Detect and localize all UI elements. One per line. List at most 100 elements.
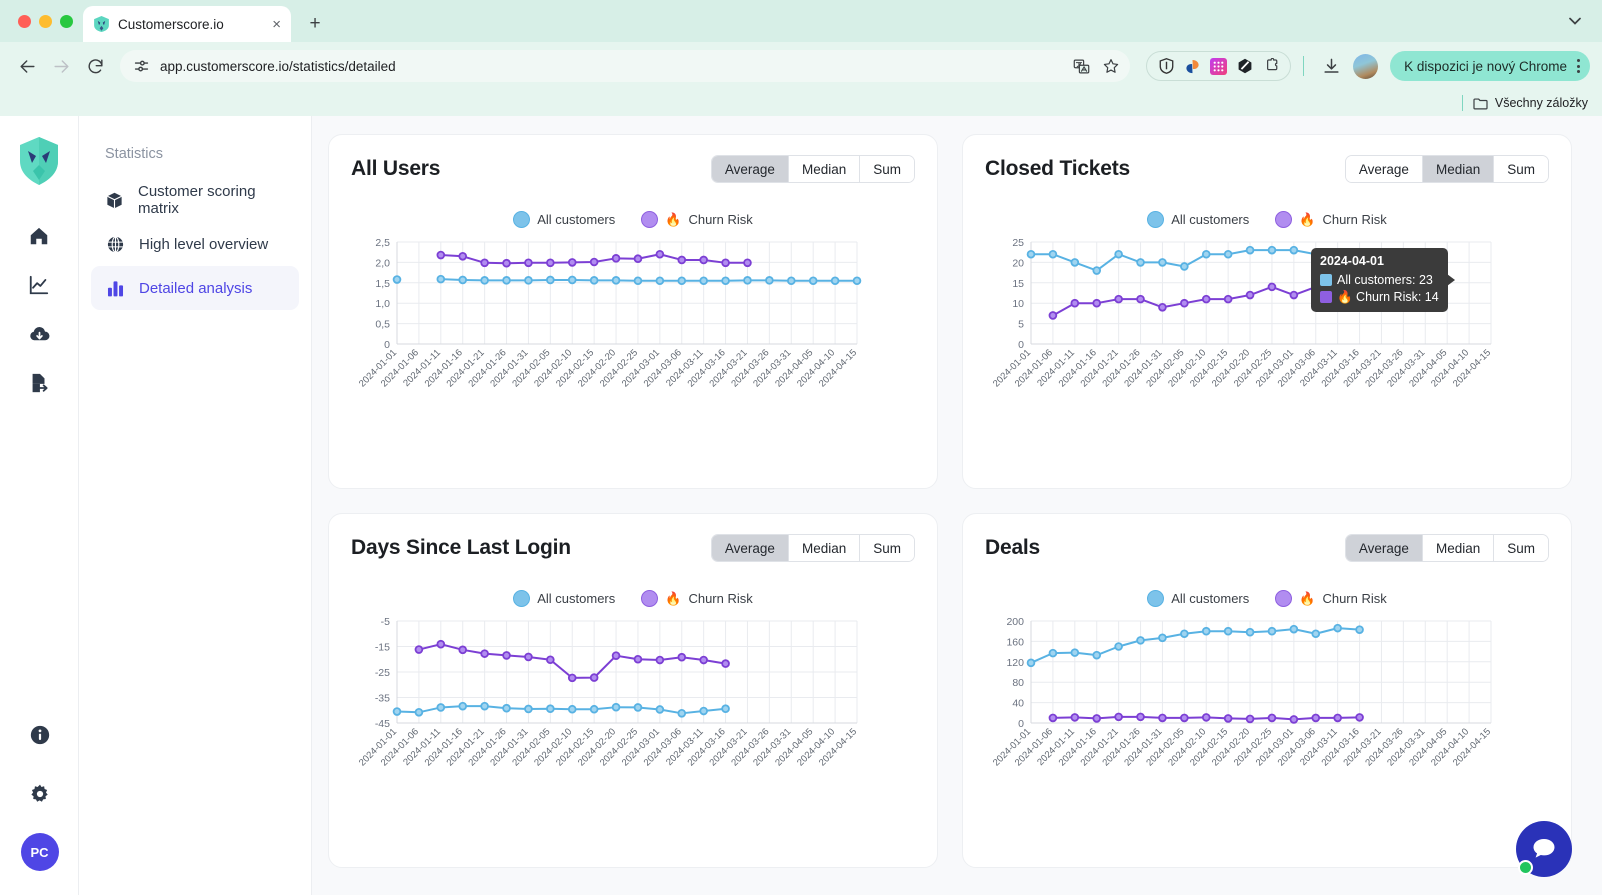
segment-sum[interactable]: Sum	[860, 156, 914, 182]
info-icon[interactable]	[20, 715, 60, 755]
chart-card-all-users: All Users Average Median Sum All custome…	[328, 134, 938, 489]
new-tab-button[interactable]: +	[301, 10, 329, 38]
bookmarks-divider	[1461, 95, 1463, 111]
chart-card-closed-tickets: Closed Tickets Average Median Sum All cu…	[962, 134, 1572, 489]
legend-label: Churn Risk	[1322, 591, 1387, 606]
minimize-window-button[interactable]	[39, 14, 52, 28]
analytics-icon[interactable]	[19, 265, 59, 305]
sidebar-item-label: Customer scoring matrix	[138, 183, 256, 217]
line-chart-plot-1[interactable]: 0 5 10 15 20 25 2024-01-01 2024-01-06 2024-01-11…	[985, 234, 1549, 414]
line-chart-plot-0[interactable]: 0 0,5 1,0 1,5 2,0 2,5 2024-01-01 2024-01-06 2024…	[351, 234, 915, 414]
export-icon[interactable]	[19, 363, 59, 403]
legend-churn-risk[interactable]: 🔥 Churn Risk	[1275, 211, 1387, 228]
metric-segmented-control-2[interactable]: Average Median Sum	[710, 534, 915, 562]
legend-all-customers[interactable]: All customers	[1147, 590, 1249, 607]
app-body: PC Statistics Customer scoring matrix Hi…	[0, 116, 1602, 895]
line-chart-plot-3[interactable]: 0 40 80 120 160 200 2024-01-01 2024-01-06 2024-0…	[985, 613, 1549, 793]
legend-all-customers[interactable]: All customers	[513, 211, 615, 228]
segment-sum[interactable]: Sum	[1494, 535, 1548, 561]
line-chart-plot-2[interactable]: -45 -35 -25 -15 -5 2024-01-01 2024-01-06 2024-0…	[351, 613, 915, 793]
sidebar-item-high-level-overview[interactable]: High level overview	[91, 222, 299, 266]
legend-swatch-icon	[1147, 211, 1165, 228]
cloud-download-icon[interactable]	[19, 314, 59, 354]
tooltip-swatch-icon	[1320, 274, 1332, 287]
close-window-button[interactable]	[18, 14, 31, 28]
sidebar-item-label: High level overview	[139, 235, 269, 253]
grid-extension-icon[interactable]	[1210, 57, 1228, 75]
legend-swatch-icon	[1275, 590, 1293, 607]
translate-icon[interactable]	[1068, 53, 1094, 79]
segment-average[interactable]: Average	[711, 535, 789, 561]
segment-average[interactable]: Average	[711, 156, 789, 182]
metric-segmented-control-3[interactable]: Average Median Sum	[1344, 534, 1549, 562]
home-icon[interactable]	[19, 216, 59, 256]
legend-label: Churn Risk	[688, 212, 753, 227]
svg-text:20: 20	[1012, 257, 1024, 269]
chart-legend: All customers 🔥 Churn Risk	[351, 590, 915, 607]
site-settings-icon[interactable]	[130, 55, 152, 77]
chart-svg: 040801201602002024-01-012024-01-062024-0…	[991, 616, 1493, 768]
url-text: app.customerscore.io/statistics/detailed	[160, 58, 396, 74]
download-icon[interactable]	[1316, 51, 1346, 81]
segment-median[interactable]: Median	[788, 156, 861, 182]
chrome-update-label: K dispozici je nový Chrome	[1404, 58, 1567, 74]
metric-segmented-control-0[interactable]: Average Median Sum	[710, 155, 915, 183]
chart-svg: -45-35-25-15-52024-01-012024-01-062024-0…	[357, 616, 859, 768]
back-arrow-icon[interactable]	[12, 51, 42, 81]
maximize-window-button[interactable]	[60, 14, 73, 28]
svg-text:-45: -45	[375, 718, 390, 730]
puzzle-extensions-icon[interactable]	[1262, 58, 1279, 75]
sidebar-item-label: Detailed analysis	[139, 279, 253, 297]
legend-swatch-icon	[1275, 211, 1293, 228]
chrome-update-button[interactable]: K dispozici je nový Chrome	[1390, 51, 1590, 81]
icon-rail: PC	[0, 116, 79, 895]
sourcegraph-extension-icon[interactable]	[1184, 58, 1201, 75]
chevron-down-icon[interactable]	[1562, 8, 1588, 34]
sidebar-item-detailed-analysis[interactable]: Detailed analysis	[91, 266, 299, 310]
reload-icon[interactable]	[80, 51, 110, 81]
segment-sum[interactable]: Sum	[860, 535, 914, 561]
legend-swatch-icon	[641, 211, 659, 228]
segment-average[interactable]: Average	[1345, 535, 1423, 561]
segment-sum[interactable]: Sum	[1494, 156, 1548, 182]
legend-label: All customers	[537, 212, 616, 227]
kebab-menu-icon[interactable]	[1575, 59, 1580, 73]
tooltip-row: 🔥 Churn Risk: 14	[1320, 289, 1439, 306]
window-controls[interactable]	[12, 0, 83, 42]
legend-churn-risk[interactable]: 🔥 Churn Risk	[1275, 590, 1387, 607]
chat-bubble-icon	[1533, 839, 1555, 858]
tab-favicon-icon	[93, 16, 110, 33]
profile-avatar[interactable]	[1350, 51, 1380, 81]
shield-extension-icon[interactable]	[1158, 58, 1175, 75]
legend-churn-risk[interactable]: 🔥 Churn Risk	[641, 211, 753, 228]
content-area[interactable]: All Users Average Median Sum All custome…	[312, 116, 1602, 895]
tooltip-label: 🔥 Churn Risk: 14	[1337, 289, 1439, 304]
charts-grid: All Users Average Median Sum All custome…	[328, 134, 1572, 868]
segment-average[interactable]: Average	[1345, 156, 1423, 182]
svg-text:160: 160	[1006, 636, 1024, 648]
legend-churn-risk[interactable]: 🔥 Churn Risk	[641, 590, 753, 607]
address-bar[interactable]: app.customerscore.io/statistics/detailed	[120, 50, 1131, 82]
browser-tab[interactable]: Customerscore.io ×	[83, 6, 291, 42]
nav-panel: Statistics Customer scoring matrix High …	[79, 116, 312, 895]
hex-extension-icon[interactable]	[1236, 58, 1253, 75]
tab-close-icon[interactable]: ×	[272, 17, 281, 32]
all-bookmarks-label: Všechny záložky	[1494, 96, 1588, 110]
metric-segmented-control-1[interactable]: Average Median Sum	[1344, 155, 1549, 183]
segment-median[interactable]: Median	[1422, 156, 1495, 182]
tooltip-row: All customers: 23	[1320, 272, 1439, 289]
legend-all-customers[interactable]: All customers	[513, 590, 615, 607]
legend-label: Churn Risk	[688, 591, 753, 606]
legend-all-customers[interactable]: All customers	[1147, 211, 1249, 228]
fire-icon: 🔥	[1299, 211, 1316, 227]
star-icon[interactable]	[1098, 53, 1124, 79]
segment-median[interactable]: Median	[1422, 535, 1495, 561]
sidebar-item-customer-scoring-matrix[interactable]: Customer scoring matrix	[91, 178, 299, 222]
chat-widget-button[interactable]	[1516, 821, 1572, 877]
forward-arrow-icon[interactable]	[46, 51, 76, 81]
page-title: Deals	[985, 536, 1041, 559]
user-avatar[interactable]: PC	[20, 833, 59, 871]
gear-icon[interactable]	[20, 774, 60, 814]
segment-median[interactable]: Median	[788, 535, 861, 561]
all-bookmarks-button[interactable]: Všechny záložky	[1473, 96, 1588, 110]
